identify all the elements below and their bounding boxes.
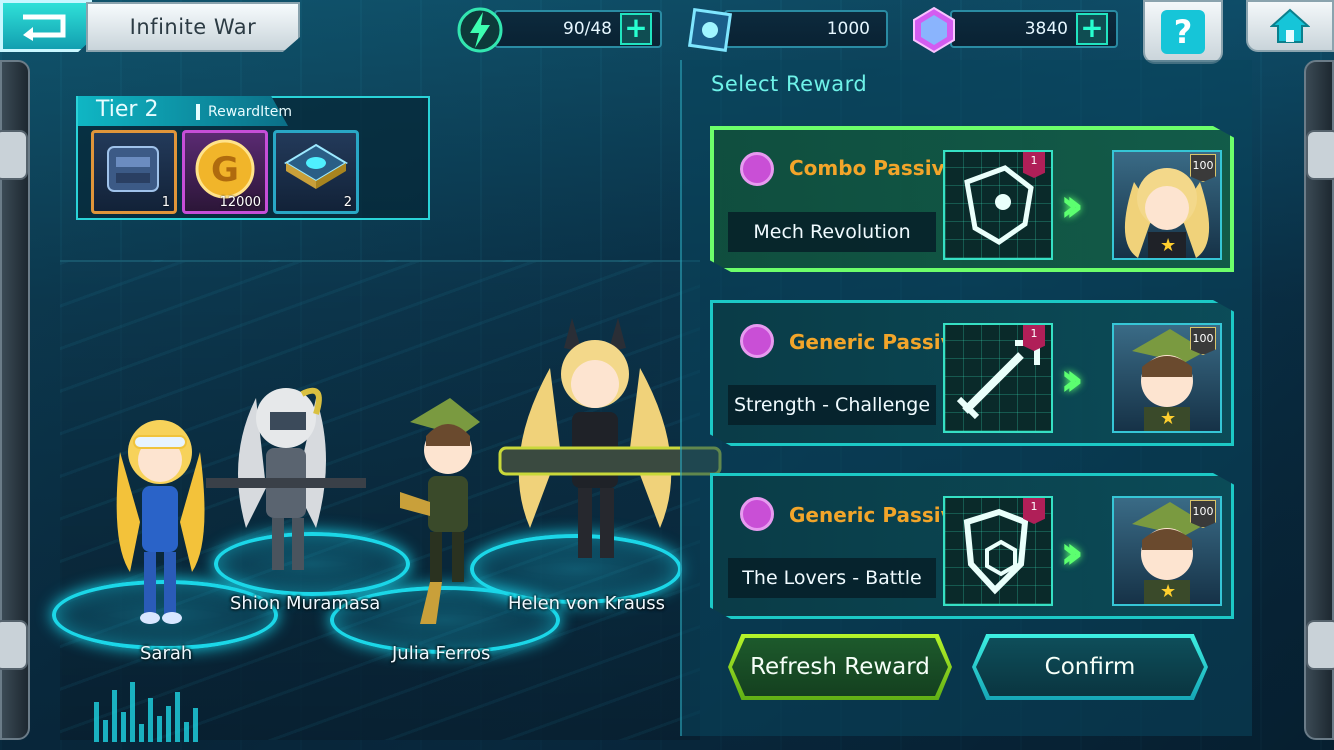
star-icon: ★ bbox=[1160, 581, 1177, 602]
refresh-reward-button[interactable]: Refresh Reward bbox=[728, 634, 952, 700]
passive-type-label: Generic Passive bbox=[789, 330, 968, 354]
passive-skill-icon bbox=[740, 497, 774, 531]
reward-qty: 12000 bbox=[219, 195, 261, 210]
gem-counter: 3840 + bbox=[950, 10, 1118, 48]
confirm-label: Confirm bbox=[1044, 654, 1136, 680]
passive-skill-icon bbox=[740, 152, 774, 186]
frame-bolt bbox=[1306, 620, 1334, 670]
skill-level-badge: 1 bbox=[1023, 325, 1045, 351]
reward-item-gold[interactable]: G 12000 bbox=[182, 130, 268, 214]
reward-qty: 2 bbox=[343, 195, 352, 210]
back-arrow-icon bbox=[23, 14, 66, 41]
skill-name: The Lovers - Battle bbox=[728, 558, 936, 598]
skill-name: Strength - Challenge bbox=[728, 385, 936, 425]
character-level-badge: 100 bbox=[1190, 327, 1216, 355]
tier-label: Tier 2 bbox=[96, 97, 159, 122]
home-button[interactable] bbox=[1246, 0, 1334, 52]
select-reward-title: Select Reward bbox=[711, 72, 868, 96]
confirm-button[interactable]: Confirm bbox=[972, 634, 1208, 700]
crystal-counter: 1000 bbox=[724, 10, 888, 48]
screen-title: Infinite War bbox=[129, 15, 257, 39]
stamina-value: 90/48 bbox=[563, 19, 612, 39]
svg-text:G: G bbox=[211, 150, 239, 190]
character-portrait: 100 ★ bbox=[1112, 150, 1222, 260]
frame-bolt bbox=[0, 620, 28, 670]
skill-name: Mech Revolution bbox=[728, 212, 936, 252]
equalizer-decoration bbox=[94, 682, 198, 742]
frame-bolt bbox=[0, 130, 28, 180]
lightning-icon bbox=[454, 4, 506, 56]
character-name-sarah: Sarah bbox=[140, 643, 193, 664]
help-button[interactable]: ? bbox=[1143, 0, 1223, 64]
upgrade-arrow-icon: ›› bbox=[1060, 178, 1084, 232]
question-icon: ? bbox=[1161, 10, 1205, 54]
skill-level-badge: 1 bbox=[1023, 498, 1045, 524]
upgrade-arrow-icon: ›› bbox=[1060, 525, 1084, 579]
skill-icon-box: 1 bbox=[943, 496, 1053, 606]
character-name-julia: Julia Ferros bbox=[392, 643, 491, 664]
character-name-helen: Helen von Krauss bbox=[508, 593, 666, 614]
crystal-value: 1000 bbox=[826, 19, 870, 39]
character-portrait: 100 ★ bbox=[1112, 496, 1222, 606]
passive-skill-icon bbox=[740, 324, 774, 358]
crystal-chip-icon bbox=[684, 4, 736, 56]
gem-icon bbox=[908, 4, 960, 56]
add-gems-button[interactable]: + bbox=[1076, 13, 1108, 45]
skill-level-badge: 1 bbox=[1023, 152, 1045, 178]
refresh-reward-label: Refresh Reward bbox=[750, 654, 930, 680]
add-stamina-button[interactable]: + bbox=[620, 13, 652, 45]
star-icon: ★ bbox=[1160, 408, 1177, 429]
skill-icon-box: 1 bbox=[943, 323, 1053, 433]
character-shion[interactable] bbox=[186, 378, 376, 578]
home-icon bbox=[1270, 8, 1310, 43]
back-button[interactable] bbox=[0, 0, 92, 52]
character-name-shion: Shion Muramasa bbox=[230, 593, 381, 614]
character-level-badge: 100 bbox=[1190, 154, 1216, 182]
reward-item-mech-parts[interactable]: 1 bbox=[91, 130, 177, 214]
frame-bolt bbox=[1306, 130, 1334, 180]
skill-icon-box: 1 bbox=[943, 150, 1053, 260]
gem-value: 3840 bbox=[1024, 19, 1068, 39]
screen-title-plate: Infinite War bbox=[86, 2, 300, 52]
reward-item-chip[interactable]: 2 bbox=[273, 130, 359, 214]
upgrade-arrow-icon: ›› bbox=[1060, 352, 1084, 406]
passive-type-label: Generic Passive bbox=[789, 503, 968, 527]
reward-item-label: RewardItem bbox=[196, 104, 292, 120]
passive-type-label: Combo Passive bbox=[789, 156, 959, 180]
reward-qty: 1 bbox=[161, 195, 170, 210]
star-icon: ★ bbox=[1160, 235, 1177, 256]
stamina-counter: 90/48 + bbox=[494, 10, 662, 48]
character-portrait: 100 ★ bbox=[1112, 323, 1222, 433]
character-level-badge: 100 bbox=[1190, 500, 1216, 528]
